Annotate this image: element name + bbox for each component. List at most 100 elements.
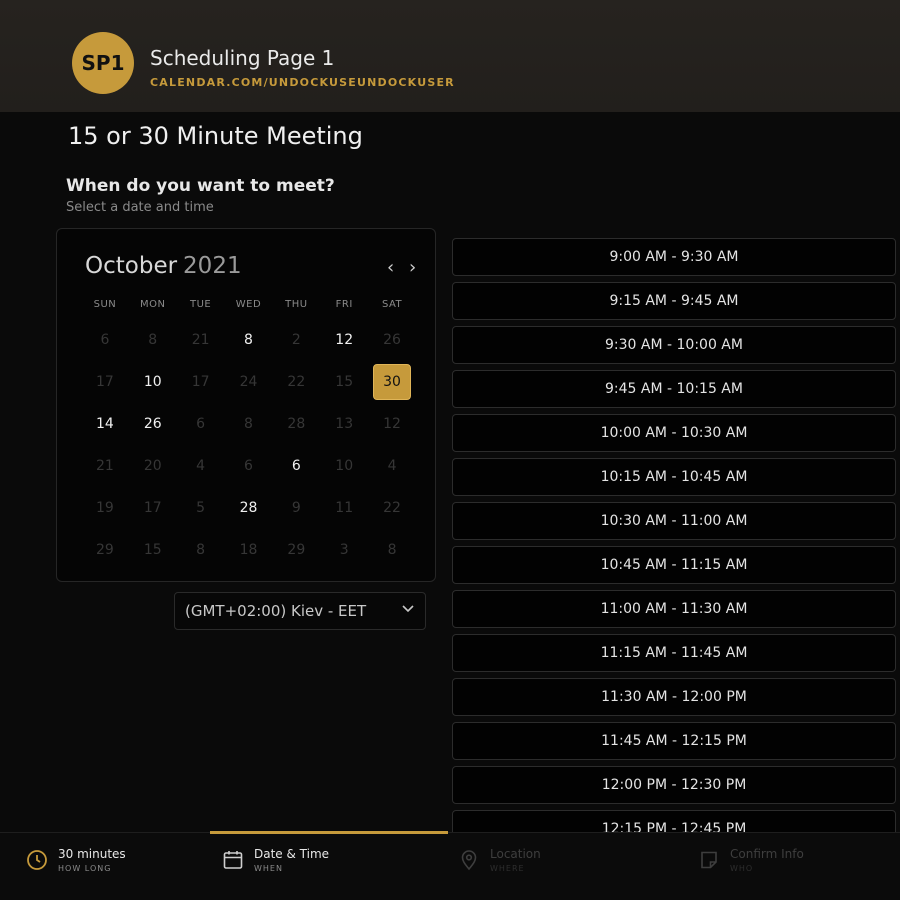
calendar-day: 17 bbox=[129, 487, 177, 529]
calendar-day-number: 6 bbox=[100, 332, 110, 348]
calendar-day-number: 14 bbox=[96, 416, 114, 432]
calendar-day-number: 10 bbox=[335, 458, 354, 474]
calendar-day[interactable]: 26 bbox=[129, 403, 177, 445]
calendar-day[interactable]: 12 bbox=[320, 319, 368, 361]
calendar-day-number: 17 bbox=[96, 374, 114, 390]
section-heading: When do you want to meet? bbox=[66, 176, 335, 196]
calendar-day: 8 bbox=[225, 403, 273, 445]
calendar-day-number: 8 bbox=[196, 542, 206, 558]
calendar-day-number: 11 bbox=[335, 500, 354, 516]
calendar-day-number: 6 bbox=[196, 416, 206, 432]
time-slot-button[interactable]: 11:30 AM - 12:00 PM bbox=[452, 678, 896, 716]
calendar-day-number: 2 bbox=[291, 332, 301, 348]
time-slot-button[interactable]: 9:15 AM - 9:45 AM bbox=[452, 282, 896, 320]
avatar: SP1 bbox=[72, 32, 134, 94]
previous-month-button[interactable]: ‹ bbox=[387, 257, 394, 278]
calendar-day-number: 19 bbox=[96, 500, 114, 516]
calendar-day-number: 6 bbox=[244, 458, 253, 474]
step-subtitle: WHO bbox=[730, 864, 754, 873]
calendar-day-number: 18 bbox=[239, 542, 258, 558]
time-slot-button[interactable]: 9:45 AM - 10:15 AM bbox=[452, 370, 896, 408]
calendar-day-number: 13 bbox=[335, 416, 354, 432]
calendar-day-number: 17 bbox=[191, 374, 210, 390]
step-where[interactable]: Location WHERE bbox=[458, 847, 541, 873]
step-title: Location bbox=[490, 847, 541, 861]
time-slot-button[interactable]: 12:00 PM - 12:30 PM bbox=[452, 766, 896, 804]
calendar-day-number: 30 bbox=[373, 364, 412, 400]
calendar-day: 5 bbox=[177, 487, 225, 529]
calendar-day[interactable]: 8 bbox=[225, 319, 273, 361]
calendar-day-number: 8 bbox=[244, 416, 253, 432]
step-footer: 30 minutes HOW LONG Date & Time WHEN Loc… bbox=[0, 831, 900, 900]
calendar-day-number: 29 bbox=[287, 542, 306, 558]
step-progress-bar bbox=[210, 831, 448, 834]
calendar-day-number: 15 bbox=[335, 374, 354, 390]
weekday-label: SAT bbox=[381, 299, 403, 310]
calendar-day: 2 bbox=[272, 319, 320, 361]
scheduling-page-url[interactable]: CALENDAR.COM/UNDOCKUSEUNDOCKUSER bbox=[150, 76, 455, 89]
timezone-value: (GMT+02:00) Kiev - EET bbox=[185, 602, 367, 620]
weekday-header: SUN MON TUE WED THU FRI SAT bbox=[81, 299, 416, 310]
calendar-day-number: 4 bbox=[196, 458, 206, 474]
calendar-day: 18 bbox=[225, 529, 273, 571]
calendar-month: October bbox=[85, 253, 178, 279]
calendar-day: 6 bbox=[177, 403, 225, 445]
calendar-day-number: 24 bbox=[239, 374, 258, 390]
time-slot-button[interactable]: 10:15 AM - 10:45 AM bbox=[452, 458, 896, 496]
calendar-day: 4 bbox=[177, 445, 225, 487]
step-title: Confirm Info bbox=[730, 847, 804, 861]
calendar-day[interactable]: 14 bbox=[81, 403, 129, 445]
time-slot-button[interactable]: 10:45 AM - 11:15 AM bbox=[452, 546, 896, 584]
time-slot-button[interactable]: 11:00 AM - 11:30 AM bbox=[452, 590, 896, 628]
calendar-icon bbox=[222, 849, 244, 871]
timezone-select[interactable]: (GMT+02:00) Kiev - EET bbox=[174, 592, 426, 630]
calendar-day: 11 bbox=[320, 487, 368, 529]
calendar-day[interactable]: 28 bbox=[225, 487, 273, 529]
step-when[interactable]: Date & Time WHEN bbox=[222, 847, 329, 873]
calendar-day-number: 21 bbox=[96, 458, 114, 474]
calendar-day: 4 bbox=[368, 445, 416, 487]
time-slot-button[interactable]: 11:15 AM - 11:45 AM bbox=[452, 634, 896, 672]
calendar-day-number: 8 bbox=[244, 332, 253, 348]
calendar-day-number: 12 bbox=[383, 416, 401, 432]
calendar-day-number: 8 bbox=[387, 542, 397, 558]
calendar-day: 6 bbox=[225, 445, 273, 487]
section-subtext: Select a date and time bbox=[66, 200, 214, 215]
step-subtitle: WHEN bbox=[254, 864, 283, 873]
weekday-label: MON bbox=[140, 299, 166, 310]
weekday-label: SUN bbox=[93, 299, 117, 310]
calendar-day: 3 bbox=[320, 529, 368, 571]
calendar-day-number: 21 bbox=[191, 332, 210, 348]
time-slot-button[interactable]: 11:45 AM - 12:15 PM bbox=[452, 722, 896, 760]
time-slot-button[interactable]: 10:30 AM - 11:00 AM bbox=[452, 502, 896, 540]
calendar-day[interactable]: 10 bbox=[129, 361, 177, 403]
calendar-day: 17 bbox=[177, 361, 225, 403]
step-title: 30 minutes bbox=[58, 847, 126, 861]
calendar-day-selected[interactable]: 30 bbox=[368, 361, 416, 403]
next-month-button[interactable]: › bbox=[409, 257, 416, 278]
time-slot-button[interactable]: 9:00 AM - 9:30 AM bbox=[452, 238, 896, 276]
location-pin-icon bbox=[458, 849, 480, 871]
calendar-day: 8 bbox=[129, 319, 177, 361]
calendar-day: 10 bbox=[320, 445, 368, 487]
scheduling-page-name: Scheduling Page 1 bbox=[150, 46, 335, 70]
calendar-day-number: 5 bbox=[196, 500, 206, 516]
calendar-day-number: 28 bbox=[287, 416, 306, 432]
calendar-day: 29 bbox=[81, 529, 129, 571]
step-who[interactable]: Confirm Info WHO bbox=[698, 847, 804, 873]
time-slot-button[interactable]: 9:30 AM - 10:00 AM bbox=[452, 326, 896, 364]
weekday-label: WED bbox=[235, 299, 262, 310]
calendar-day: 21 bbox=[81, 445, 129, 487]
calendar-day: 22 bbox=[368, 487, 416, 529]
calendar-day-number: 22 bbox=[287, 374, 306, 390]
calendar-day-number: 15 bbox=[143, 542, 162, 558]
time-slot-button[interactable]: 10:00 AM - 10:30 AM bbox=[452, 414, 896, 452]
step-how-long[interactable]: 30 minutes HOW LONG bbox=[26, 847, 126, 873]
calendar-day: 15 bbox=[320, 361, 368, 403]
time-slot-list: 9:00 AM - 9:30 AM 9:15 AM - 9:45 AM 9:30 A… bbox=[452, 238, 900, 854]
calendar-day: 26 bbox=[368, 319, 416, 361]
date-picker: October 2021 ‹ › SUN MON TUE WED THU FRI SAT 68… bbox=[56, 228, 436, 582]
calendar-day: 20 bbox=[129, 445, 177, 487]
calendar-day[interactable]: 6 bbox=[272, 445, 320, 487]
calendar-day: 9 bbox=[272, 487, 320, 529]
